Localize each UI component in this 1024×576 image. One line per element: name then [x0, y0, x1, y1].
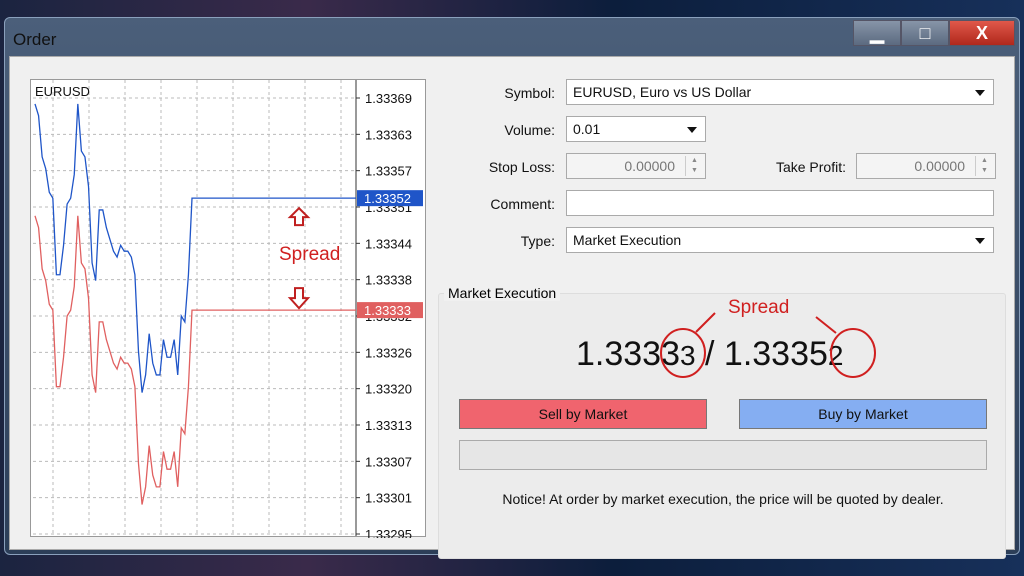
market-execution-label: Market Execution — [444, 285, 561, 301]
symbol-select[interactable]: EURUSD, Euro vs US Dollar — [566, 79, 994, 105]
close-button[interactable]: X — [949, 20, 1015, 46]
y-tick-label: 1.33338 — [365, 273, 412, 288]
price-separator: / — [695, 335, 724, 373]
close-icon: X — [975, 22, 988, 43]
bid-price-tag-label: 1.33333 — [364, 303, 411, 318]
symbol-label: Symbol: — [504, 85, 555, 101]
minimize-icon: ▁ — [870, 22, 884, 43]
window-title: Order — [13, 30, 57, 49]
chart-svg: 1.333691.333631.333571.333511.333441.333… — [33, 80, 423, 542]
spread-annotation: Spread — [728, 297, 790, 318]
price-chart: 1.33369 1.33363 1.33357 1.33351 1.33344 1.333… — [30, 79, 426, 542]
buy-by-market-button[interactable]: Buy by Market — [739, 399, 987, 429]
bid-price: 1.3333 — [576, 335, 680, 373]
take-profit-value: 0.00000 — [914, 158, 965, 174]
sell-by-market-button[interactable]: Sell by Market — [459, 399, 707, 429]
stop-loss-label: Stop Loss: — [488, 159, 555, 175]
type-select[interactable]: Market Execution — [566, 227, 994, 253]
y-tick-label: 1.33369 — [365, 91, 412, 106]
y-tick-label: 1.33344 — [365, 236, 412, 251]
volume-label: Volume: — [504, 122, 555, 138]
ask-price-tag-label: 1.33352 — [364, 191, 411, 206]
arrow-up-icon — [287, 206, 311, 227]
comment-label: Comment: — [490, 196, 555, 212]
ask-price: 1.3335 — [723, 335, 828, 373]
maximize-button[interactable]: □ — [901, 20, 949, 46]
y-tick-label: 1.33313 — [365, 418, 412, 433]
take-profit-label: Take Profit: — [775, 159, 846, 175]
stop-loss-value: 0.00000 — [624, 158, 675, 174]
y-tick-label: 1.33357 — [365, 164, 412, 179]
notice-text: Notice! At order by market execution, th… — [502, 491, 944, 507]
chart-symbol-label: EURUSD — [35, 84, 90, 99]
y-tick-label: 1.33301 — [365, 491, 412, 506]
minimize-button[interactable]: ▁ — [853, 20, 901, 46]
ask-last-digit: 2 — [827, 340, 844, 371]
y-tick-label: 1.33295 — [365, 527, 412, 538]
y-tick-label: 1.33326 — [365, 345, 412, 360]
y-tick-label: 1.33307 — [365, 454, 412, 469]
maximize-icon: □ — [919, 22, 931, 43]
bid-last-digit: 3 — [680, 340, 696, 371]
dialog-content: 1.33369 1.33363 1.33357 1.33351 1.33344 1.333… — [9, 56, 1015, 559]
stop-loss-spinner[interactable]: ▲ ▼ — [685, 156, 703, 176]
volume-select[interactable]: 0.01 — [566, 116, 706, 142]
y-tick-label: 1.33363 — [365, 127, 412, 142]
take-profit-input[interactable]: 0.00000 ▲ ▼ — [856, 153, 996, 179]
y-tick-label: 1.33320 — [365, 382, 412, 397]
take-profit-spinner[interactable]: ▲ ▼ — [975, 156, 993, 176]
type-label: Type: — [520, 233, 555, 249]
comment-input[interactable] — [566, 190, 994, 216]
order-window: Order ▁ □ X 1.33369 1.33363 1.33357 1.33351… — [4, 17, 1020, 559]
stop-loss-input[interactable]: 0.00000 ▲ ▼ — [566, 153, 706, 179]
chart-spread-annotation: Spread — [279, 244, 340, 265]
progress-bar — [459, 440, 987, 470]
price-quote: 1.33333 / 1.33352 — [576, 335, 844, 374]
